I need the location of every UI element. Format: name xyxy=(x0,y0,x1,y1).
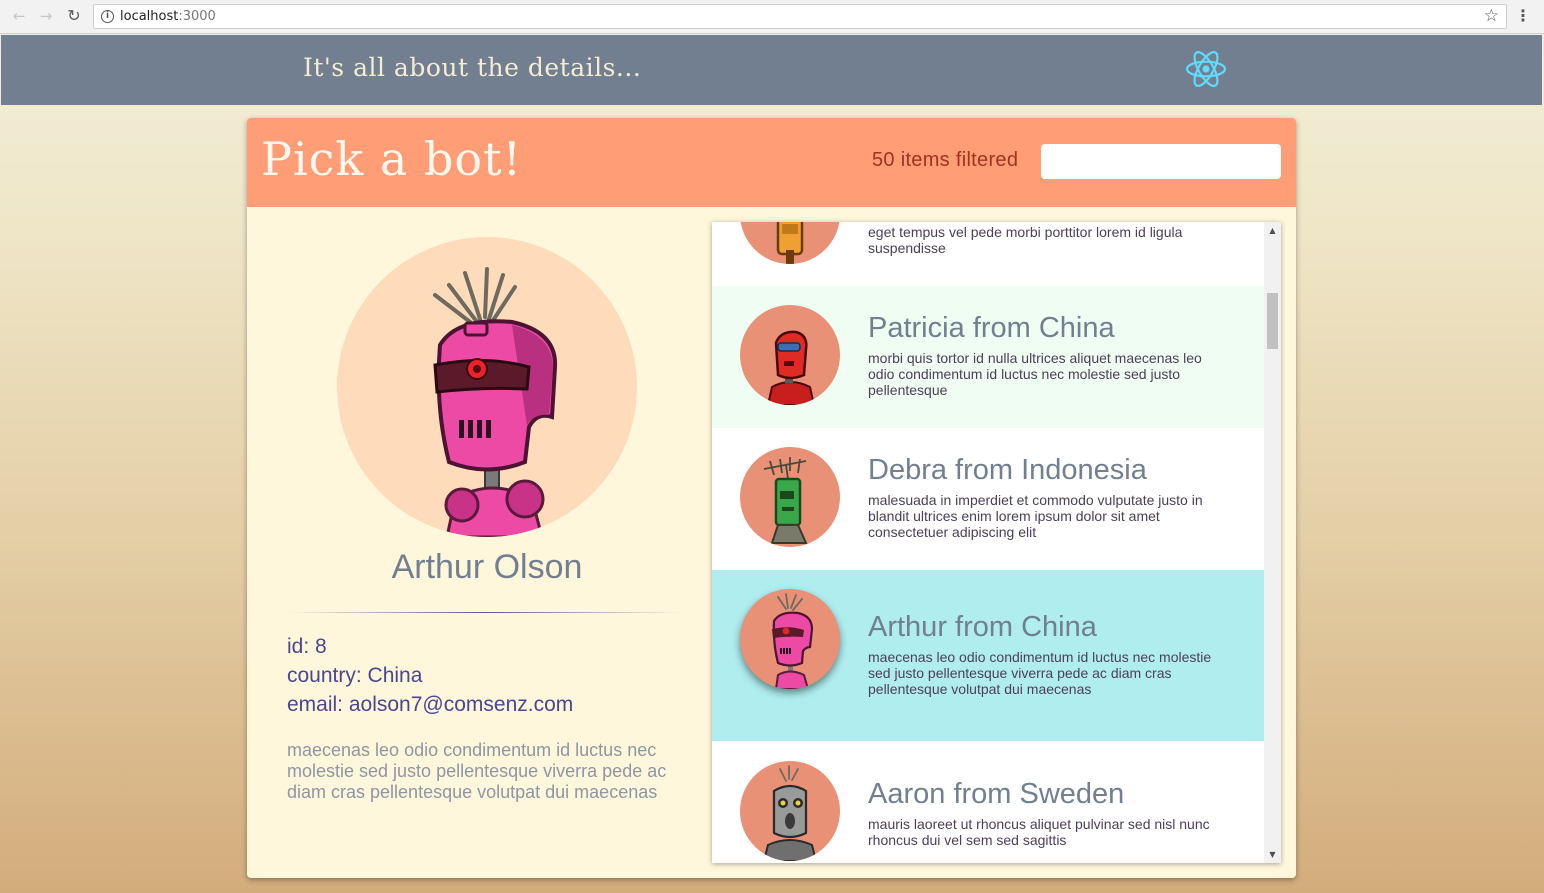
scrollbar-thumb[interactable] xyxy=(1267,293,1278,349)
app-header: It's all about the details... xyxy=(1,35,1542,105)
list-item-description: mauris laoreet ut rhoncus aliquet pulvin… xyxy=(868,816,1210,848)
bot-picker-card: Pick a bot! 50 items filtered Arthur Ols… xyxy=(247,118,1296,878)
pink-robot-icon xyxy=(772,593,814,689)
detail-avatar xyxy=(337,237,637,537)
page-title: Pick a bot! xyxy=(261,132,523,186)
card-header: Pick a bot! 50 items filtered xyxy=(247,118,1296,207)
detail-country: country: China xyxy=(287,664,423,687)
list-item[interactable]: Debra from Indonesia malesuada in imperd… xyxy=(712,428,1264,570)
list-item-description: maecenas leo odio condimentum id luctus … xyxy=(868,649,1212,697)
list-item-avatar xyxy=(740,447,840,547)
bot-list-scroll-area[interactable]: eget tempus vel pede morbi porttitor lor… xyxy=(712,222,1264,863)
detail-email: email: aolson7@comsenz.com xyxy=(287,693,574,716)
orange-robot-icon xyxy=(776,222,804,264)
detail-divider xyxy=(287,612,682,613)
detail-description: maecenas leo odio condimentum id luctus … xyxy=(287,740,667,802)
detail-fields: id: 8 country: China email: aolson7@coms… xyxy=(287,632,573,719)
info-icon[interactable]: i xyxy=(101,10,114,23)
app-tagline: It's all about the details... xyxy=(303,53,642,82)
address-bar[interactable]: i localhost:3000 ☆ xyxy=(93,4,1507,29)
browser-menu-icon[interactable]: ⋮ xyxy=(1515,7,1531,25)
url-port: :3000 xyxy=(178,9,216,24)
pink-robot-icon xyxy=(433,267,558,537)
grey-robot-icon xyxy=(762,765,818,861)
list-scrollbar[interactable]: ▲ ▼ xyxy=(1264,222,1281,863)
list-item-title: Arthur from China xyxy=(868,611,1097,643)
list-item[interactable]: eget tempus vel pede morbi porttitor lor… xyxy=(712,222,1264,286)
url-host: localhost xyxy=(120,9,179,24)
list-item-description: eget tempus vel pede morbi porttitor lor… xyxy=(868,224,1183,256)
red-robot-icon xyxy=(766,330,816,405)
filter-input[interactable] xyxy=(1041,144,1281,179)
bot-list[interactable]: eget tempus vel pede morbi porttitor lor… xyxy=(712,222,1281,863)
filter-count: 50 items filtered xyxy=(872,149,1019,171)
forward-arrow-icon[interactable]: → xyxy=(36,6,56,26)
bookmark-star-icon[interactable]: ☆ xyxy=(1484,6,1499,26)
react-logo-icon xyxy=(1185,51,1227,87)
detail-id: id: 8 xyxy=(287,635,327,658)
scroll-up-arrow-icon[interactable]: ▲ xyxy=(1264,222,1281,239)
list-item-selected[interactable]: Arthur from China maecenas leo odio cond… xyxy=(712,570,1264,741)
list-item-avatar xyxy=(740,589,840,689)
list-item-title: Patricia from China xyxy=(868,312,1115,344)
list-item[interactable]: Patricia from China morbi quis tortor id… xyxy=(712,286,1264,428)
detail-name: Arthur Olson xyxy=(391,548,583,586)
list-item-avatar xyxy=(740,222,840,264)
list-item-title: Debra from Indonesia xyxy=(868,454,1147,486)
list-item[interactable]: Aaron from Sweden mauris laoreet ut rhon… xyxy=(712,741,1264,863)
list-item-title: Aaron from Sweden xyxy=(868,778,1125,810)
scroll-down-arrow-icon[interactable]: ▼ xyxy=(1264,846,1281,863)
reload-icon[interactable]: ↻ xyxy=(64,6,84,26)
green-robot-icon xyxy=(763,457,808,544)
list-item-description: morbi quis tortor id nulla ultrices aliq… xyxy=(868,350,1202,398)
browser-toolbar: ← → ↻ i localhost:3000 ☆ ⋮ xyxy=(0,0,1544,34)
url-text[interactable]: localhost:3000 xyxy=(120,9,216,24)
back-arrow-icon[interactable]: ← xyxy=(9,6,29,26)
list-item-avatar xyxy=(740,305,840,405)
list-item-avatar xyxy=(740,761,840,861)
list-item-description: malesuada in imperdiet et commodo vulput… xyxy=(868,492,1203,540)
